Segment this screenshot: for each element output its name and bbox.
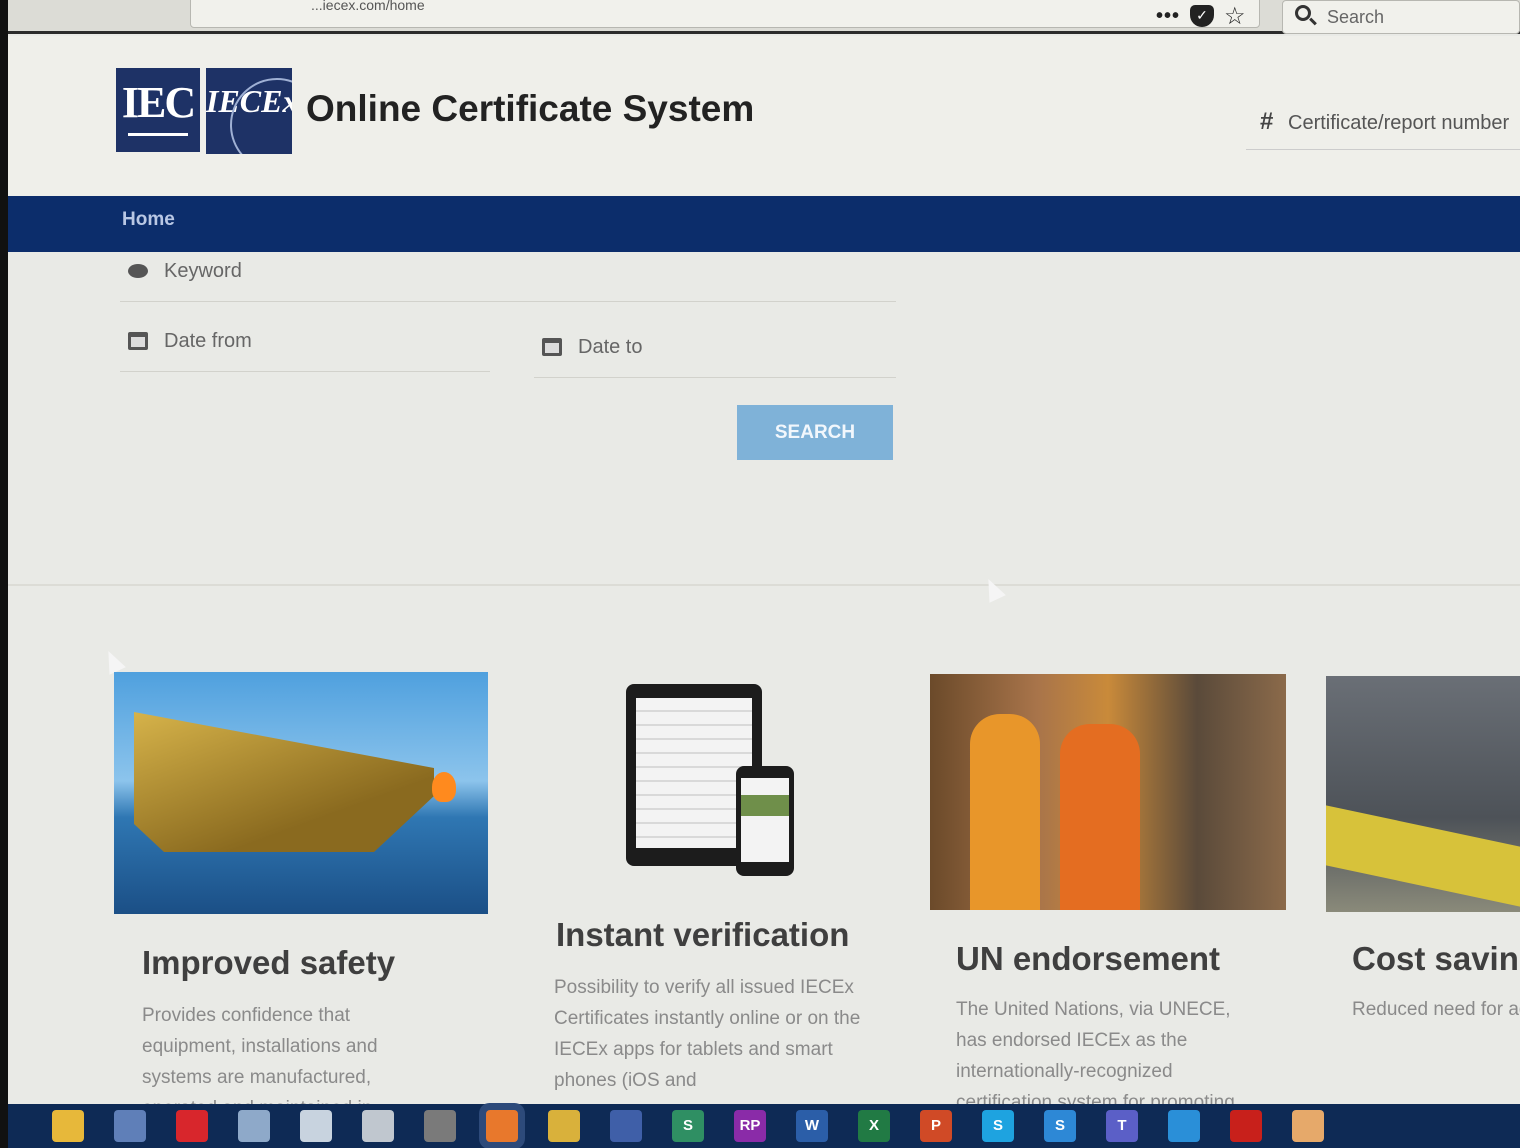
feature-text-un-endorsement: The United Nations, via UNECE, has endor…: [956, 999, 1235, 1104]
comment-icon: [128, 264, 148, 278]
certificate-number-placeholder: Certificate/report number: [1288, 112, 1510, 134]
mouse-pointer-icon: [100, 647, 126, 675]
keepass-taskbar-icon[interactable]: [610, 1110, 642, 1142]
keyword-input[interactable]: Keyword: [120, 254, 896, 302]
worker-shape: [970, 714, 1040, 910]
date-to-input[interactable]: Date to: [534, 330, 896, 378]
feature-title-improved-safety: Improved safety: [142, 944, 396, 981]
forklift-image: [1326, 676, 1520, 912]
calendar-icon: [542, 338, 562, 356]
section-divider: [8, 584, 1520, 586]
rig-shape: [134, 712, 434, 852]
firefox-taskbar-icon[interactable]: [486, 1110, 518, 1142]
windows-taskbar: S RP W X P S S T: [0, 1104, 1520, 1148]
page-actions-menu-icon[interactable]: •••: [1156, 5, 1180, 28]
chrome-taskbar-icon[interactable]: [548, 1110, 580, 1142]
pen-tool-taskbar-icon[interactable]: [114, 1110, 146, 1142]
onenote-taskbar-icon[interactable]: RP: [734, 1110, 766, 1142]
feature-text-instant-verification: Possibility to verify all issued IECEx C…: [554, 977, 861, 1091]
keyword-placeholder: Keyword: [164, 260, 242, 282]
skype-taskbar-icon[interactable]: S: [982, 1110, 1014, 1142]
sway-taskbar-icon[interactable]: S: [672, 1110, 704, 1142]
feature-title-un-endorsement: UN endorsement: [956, 940, 1221, 977]
acrobat-taskbar-icon[interactable]: [1230, 1110, 1262, 1142]
address-bar[interactable]: ...iecex.com/home: [190, 0, 1260, 28]
iec-logo[interactable]: IEC: [116, 68, 200, 152]
fortinet-taskbar-icon[interactable]: [176, 1110, 208, 1142]
browser-search-placeholder: Search: [1327, 7, 1385, 27]
pocket-icon[interactable]: ✓: [1190, 5, 1215, 27]
site-title: Online Certificate System: [306, 88, 755, 129]
powerpoint-taskbar-icon[interactable]: P: [920, 1110, 952, 1142]
date-to-placeholder: Date to: [578, 336, 643, 358]
page-viewport: ...iecex.com/home ••• ✓ ☆ Search IEC IEC…: [0, 0, 1520, 1104]
teams-taskbar-icon[interactable]: T: [1106, 1110, 1138, 1142]
hash-icon: #: [1260, 108, 1274, 135]
snipping-taskbar-icon[interactable]: [300, 1110, 332, 1142]
settings-app-taskbar-icon[interactable]: [1292, 1110, 1324, 1142]
paint-brush-taskbar-icon[interactable]: [362, 1110, 394, 1142]
vscode-taskbar-icon[interactable]: [1168, 1110, 1200, 1142]
certificate-number-input[interactable]: # Certificate/report number: [1246, 102, 1520, 150]
phone-shape: [736, 766, 794, 876]
workers-image: [930, 674, 1286, 910]
iecex-logo[interactable]: IECEx: [206, 68, 292, 154]
search-button[interactable]: SEARCH: [737, 405, 893, 460]
file-explorer-taskbar-icon[interactable]: [52, 1110, 84, 1142]
excel-taskbar-icon[interactable]: X: [858, 1110, 890, 1142]
site-header: IEC IECEx Online Certificate System # Ce…: [0, 36, 1520, 196]
browser-toolbar: ...iecex.com/home ••• ✓ ☆ Search: [0, 0, 1520, 34]
search-icon: [1295, 5, 1311, 21]
address-text: ...iecex.com/home: [311, 0, 425, 13]
nav-home-link[interactable]: Home: [122, 209, 175, 231]
mouse-pointer-icon: [980, 575, 1006, 603]
feature-title-cost-saving: Cost saving: [1352, 940, 1520, 977]
ramp-shape: [1326, 805, 1520, 907]
feature-text-cost-saving: Reduced need for ad testing and certific…: [1352, 999, 1520, 1020]
calendar-icon: [128, 332, 148, 350]
screen-bezel: [0, 0, 8, 1148]
browser-search-box[interactable]: Search: [1282, 0, 1520, 34]
flare-shape: [432, 772, 456, 802]
feature-text-improved-safety: Provides confidence that equipment, inst…: [142, 1005, 378, 1104]
skype-business-taskbar-icon[interactable]: S: [1044, 1110, 1076, 1142]
date-from-placeholder: Date from: [164, 330, 252, 352]
main-nav: Home: [8, 196, 1520, 252]
tablet-phone-image: [610, 672, 810, 882]
calculator-taskbar-icon[interactable]: [424, 1110, 456, 1142]
browser-icons: ••• ✓ ☆: [1156, 2, 1246, 30]
word-taskbar-icon[interactable]: W: [796, 1110, 828, 1142]
bookmark-star-icon[interactable]: ☆: [1224, 2, 1246, 31]
feature-title-instant-verification: Instant verification: [556, 916, 850, 953]
date-from-input[interactable]: Date from: [120, 324, 490, 372]
worker-shape: [1060, 724, 1140, 910]
paint-taskbar-icon[interactable]: [238, 1110, 270, 1142]
offshore-rig-image: [114, 672, 488, 914]
